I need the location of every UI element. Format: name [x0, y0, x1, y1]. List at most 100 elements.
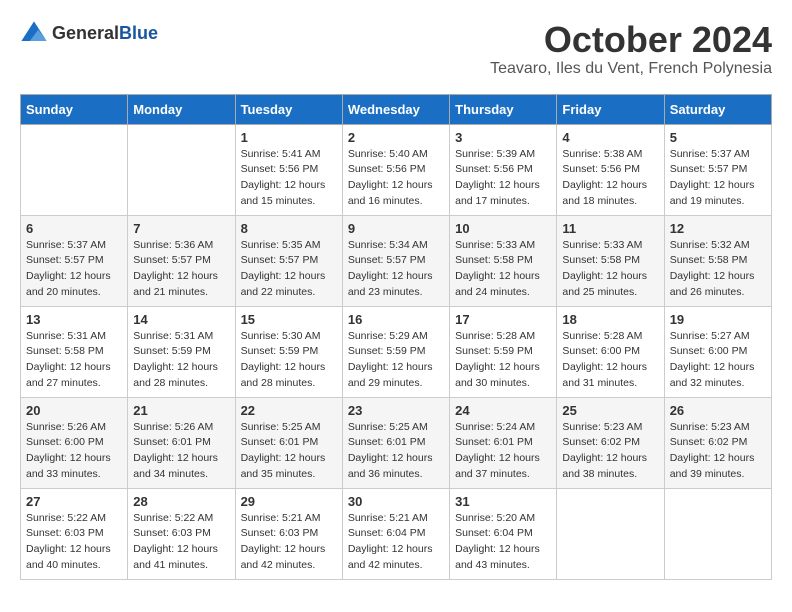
day-info: Sunrise: 5:37 AM Sunset: 5:57 PM Dayligh…	[670, 147, 766, 210]
day-info: Sunrise: 5:39 AM Sunset: 5:56 PM Dayligh…	[455, 147, 551, 210]
month-title: October 2024	[490, 20, 772, 60]
day-number: 24	[455, 403, 551, 418]
calendar-cell: 31 Sunrise: 5:20 AM Sunset: 6:04 PM Dayli…	[450, 488, 557, 579]
day-number: 3	[455, 130, 551, 145]
day-info: Sunrise: 5:30 AM Sunset: 5:59 PM Dayligh…	[241, 329, 337, 392]
day-number: 17	[455, 312, 551, 327]
calendar-cell: 19 Sunrise: 5:27 AM Sunset: 6:00 PM Dayli…	[664, 306, 771, 397]
day-info: Sunrise: 5:21 AM Sunset: 6:04 PM Dayligh…	[348, 511, 444, 574]
day-info: Sunrise: 5:26 AM Sunset: 6:00 PM Dayligh…	[26, 420, 122, 483]
day-number: 2	[348, 130, 444, 145]
calendar-cell: 8Sunrise: 5:35 AM Sunset: 5:57 PM Daylig…	[235, 215, 342, 306]
day-number: 19	[670, 312, 766, 327]
day-number: 28	[133, 494, 229, 509]
calendar-week-3: 13 Sunrise: 5:31 AM Sunset: 5:58 PM Dayli…	[21, 306, 772, 397]
calendar-cell: 26 Sunrise: 5:23 AM Sunset: 6:02 PM Dayli…	[664, 397, 771, 488]
day-info: Sunrise: 5:25 AM Sunset: 6:01 PM Dayligh…	[348, 420, 444, 483]
location-title: Teavaro, Iles du Vent, French Polynesia	[490, 60, 772, 78]
calendar-cell: 7 Sunrise: 5:36 AM Sunset: 5:57 PM Daylig…	[128, 215, 235, 306]
calendar-cell: 11 Sunrise: 5:33 AM Sunset: 5:58 PM Dayli…	[557, 215, 664, 306]
day-number: 7	[133, 221, 229, 236]
day-info: Sunrise: 5:33 AM Sunset: 5:58 PM Dayligh…	[562, 238, 658, 301]
day-info: Sunrise: 5:21 AM Sunset: 6:03 PM Dayligh…	[241, 511, 337, 574]
header-thursday: Thursday	[450, 94, 557, 124]
day-number: 23	[348, 403, 444, 418]
calendar-cell: 22Sunrise: 5:25 AM Sunset: 6:01 PM Dayli…	[235, 397, 342, 488]
day-info: Sunrise: 5:20 AM Sunset: 6:04 PM Dayligh…	[455, 511, 551, 574]
day-info: Sunrise: 5:34 AM Sunset: 5:57 PM Dayligh…	[348, 238, 444, 301]
calendar-cell: 30 Sunrise: 5:21 AM Sunset: 6:04 PM Dayli…	[342, 488, 449, 579]
day-info: Sunrise: 5:28 AM Sunset: 6:00 PM Dayligh…	[562, 329, 658, 392]
calendar-cell	[664, 488, 771, 579]
calendar-cell: 29 Sunrise: 5:21 AM Sunset: 6:03 PM Dayli…	[235, 488, 342, 579]
day-info: Sunrise: 5:32 AM Sunset: 5:58 PM Dayligh…	[670, 238, 766, 301]
page-header: GeneralBlue October 2024 Teavaro, Iles d…	[20, 20, 772, 78]
day-info: Sunrise: 5:23 AM Sunset: 6:02 PM Dayligh…	[562, 420, 658, 483]
day-info: Sunrise: 5:33 AM Sunset: 5:58 PM Dayligh…	[455, 238, 551, 301]
day-number: 25	[562, 403, 658, 418]
calendar-cell: 6 Sunrise: 5:37 AM Sunset: 5:57 PM Daylig…	[21, 215, 128, 306]
day-number: 31	[455, 494, 551, 509]
calendar-header: SundayMondayTuesdayWednesdayThursdayFrid…	[21, 94, 772, 124]
day-number: 12	[670, 221, 766, 236]
calendar-cell: 24 Sunrise: 5:24 AM Sunset: 6:01 PM Dayli…	[450, 397, 557, 488]
calendar-cell: 2 Sunrise: 5:40 AM Sunset: 5:56 PM Daylig…	[342, 124, 449, 215]
day-number: 20	[26, 403, 122, 418]
calendar-cell: 12 Sunrise: 5:32 AM Sunset: 5:58 PM Dayli…	[664, 215, 771, 306]
header-row: SundayMondayTuesdayWednesdayThursdayFrid…	[21, 94, 772, 124]
day-info: Sunrise: 5:28 AM Sunset: 5:59 PM Dayligh…	[455, 329, 551, 392]
calendar-week-4: 20 Sunrise: 5:26 AM Sunset: 6:00 PM Dayli…	[21, 397, 772, 488]
calendar-cell: 23 Sunrise: 5:25 AM Sunset: 6:01 PM Dayli…	[342, 397, 449, 488]
calendar-cell: 28 Sunrise: 5:22 AM Sunset: 6:03 PM Dayli…	[128, 488, 235, 579]
calendar-cell: 4Sunrise: 5:38 AM Sunset: 5:56 PM Daylig…	[557, 124, 664, 215]
day-info: Sunrise: 5:22 AM Sunset: 6:03 PM Dayligh…	[133, 511, 229, 574]
day-number: 13	[26, 312, 122, 327]
day-info: Sunrise: 5:40 AM Sunset: 5:56 PM Dayligh…	[348, 147, 444, 210]
header-sunday: Sunday	[21, 94, 128, 124]
logo-general: General	[52, 23, 119, 43]
calendar-cell: 1Sunrise: 5:41 AM Sunset: 5:56 PM Daylig…	[235, 124, 342, 215]
calendar-cell: 21 Sunrise: 5:26 AM Sunset: 6:01 PM Dayli…	[128, 397, 235, 488]
calendar-cell: 9 Sunrise: 5:34 AM Sunset: 5:57 PM Daylig…	[342, 215, 449, 306]
day-number: 26	[670, 403, 766, 418]
logo-blue: Blue	[119, 23, 158, 43]
day-info: Sunrise: 5:26 AM Sunset: 6:01 PM Dayligh…	[133, 420, 229, 483]
calendar-cell: 13 Sunrise: 5:31 AM Sunset: 5:58 PM Dayli…	[21, 306, 128, 397]
calendar-week-2: 6 Sunrise: 5:37 AM Sunset: 5:57 PM Daylig…	[21, 215, 772, 306]
calendar-cell: 16 Sunrise: 5:29 AM Sunset: 5:59 PM Dayli…	[342, 306, 449, 397]
day-info: Sunrise: 5:36 AM Sunset: 5:57 PM Dayligh…	[133, 238, 229, 301]
header-monday: Monday	[128, 94, 235, 124]
day-number: 5	[670, 130, 766, 145]
day-number: 30	[348, 494, 444, 509]
day-number: 4	[562, 130, 658, 145]
day-info: Sunrise: 5:37 AM Sunset: 5:57 PM Dayligh…	[26, 238, 122, 301]
header-tuesday: Tuesday	[235, 94, 342, 124]
day-info: Sunrise: 5:27 AM Sunset: 6:00 PM Dayligh…	[670, 329, 766, 392]
day-info: Sunrise: 5:23 AM Sunset: 6:02 PM Dayligh…	[670, 420, 766, 483]
day-number: 9	[348, 221, 444, 236]
day-info: Sunrise: 5:31 AM Sunset: 5:58 PM Dayligh…	[26, 329, 122, 392]
calendar-cell: 3 Sunrise: 5:39 AM Sunset: 5:56 PM Daylig…	[450, 124, 557, 215]
day-info: Sunrise: 5:29 AM Sunset: 5:59 PM Dayligh…	[348, 329, 444, 392]
day-number: 11	[562, 221, 658, 236]
day-number: 6	[26, 221, 122, 236]
day-number: 29	[241, 494, 337, 509]
day-info: Sunrise: 5:22 AM Sunset: 6:03 PM Dayligh…	[26, 511, 122, 574]
header-saturday: Saturday	[664, 94, 771, 124]
calendar-week-5: 27Sunrise: 5:22 AM Sunset: 6:03 PM Dayli…	[21, 488, 772, 579]
day-number: 21	[133, 403, 229, 418]
day-number: 10	[455, 221, 551, 236]
day-number: 16	[348, 312, 444, 327]
logo-icon	[20, 20, 48, 48]
calendar-cell: 15 Sunrise: 5:30 AM Sunset: 5:59 PM Dayli…	[235, 306, 342, 397]
calendar-week-1: 1Sunrise: 5:41 AM Sunset: 5:56 PM Daylig…	[21, 124, 772, 215]
title-block: October 2024 Teavaro, Iles du Vent, Fren…	[490, 20, 772, 78]
day-info: Sunrise: 5:31 AM Sunset: 5:59 PM Dayligh…	[133, 329, 229, 392]
calendar-cell: 10 Sunrise: 5:33 AM Sunset: 5:58 PM Dayli…	[450, 215, 557, 306]
day-number: 15	[241, 312, 337, 327]
day-info: Sunrise: 5:24 AM Sunset: 6:01 PM Dayligh…	[455, 420, 551, 483]
calendar-cell: 5 Sunrise: 5:37 AM Sunset: 5:57 PM Daylig…	[664, 124, 771, 215]
day-number: 22	[241, 403, 337, 418]
calendar-cell: 25 Sunrise: 5:23 AM Sunset: 6:02 PM Dayli…	[557, 397, 664, 488]
header-friday: Friday	[557, 94, 664, 124]
